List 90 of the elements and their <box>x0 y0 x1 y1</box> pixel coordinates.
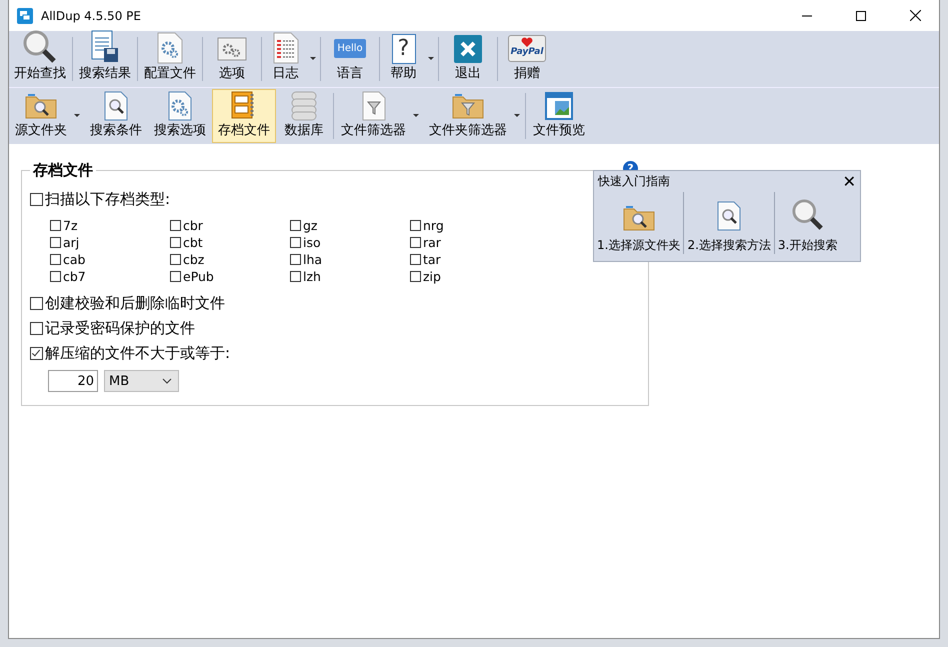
checkbox-label: rar <box>423 235 441 250</box>
toolbar-button[interactable]: Hello 语言 <box>322 33 378 85</box>
paypal-donate-icon: PayPal <box>508 35 546 62</box>
checkbox-label: tar <box>423 252 441 267</box>
toolbar-button[interactable]: PayPal 捐赠 <box>499 33 555 85</box>
checkbox[interactable] <box>30 322 43 335</box>
checkbox[interactable] <box>410 220 421 231</box>
dropdown-arrow-icon[interactable] <box>428 57 434 60</box>
speech-bubble-icon: Hello <box>334 39 366 58</box>
window-title: AllDup 4.5.50 PE <box>41 8 141 22</box>
search-icon <box>792 199 824 231</box>
checkbox[interactable] <box>50 237 61 248</box>
checkbox-label: gz <box>303 218 318 233</box>
group-title: 存档文件 <box>30 161 96 180</box>
checkbox[interactable] <box>30 297 43 310</box>
checkbox[interactable] <box>290 254 301 265</box>
toolbar-tab[interactable]: 搜索条件 <box>84 89 148 143</box>
checkbox-label: 7z <box>63 218 78 233</box>
toolbar-button[interactable]: 选项 <box>204 33 260 85</box>
folder-search-icon <box>622 205 655 231</box>
checkbox[interactable] <box>290 220 301 231</box>
checkbox[interactable] <box>50 220 61 231</box>
toolbar-button[interactable]: 退出 <box>440 33 496 85</box>
close-button[interactable]: ✕ <box>842 174 856 190</box>
checkbox-label: lha <box>303 252 322 267</box>
dropdown-arrow-icon[interactable] <box>310 57 316 60</box>
toolbar-tab[interactable]: 文件夹筛选器 <box>423 89 524 143</box>
checkbox-label: lzh <box>303 269 321 284</box>
toolbar-tab[interactable]: 文件预览 <box>527 89 591 143</box>
checkbox-label: cb7 <box>63 269 86 284</box>
toolbar-tab[interactable]: 存档文件 <box>212 89 276 143</box>
toolbar-tab[interactable]: 文件筛选器 <box>335 89 423 143</box>
settings-icon <box>217 36 247 60</box>
checkbox-label: ePub <box>183 269 214 284</box>
checkbox[interactable] <box>30 193 43 206</box>
checkbox-label: arj <box>63 235 80 250</box>
close-icon[interactable] <box>910 10 921 21</box>
help-document-icon: ? <box>392 34 416 64</box>
search-document-icon <box>717 201 742 231</box>
toolbar-button[interactable]: 配置文件 <box>139 33 201 85</box>
toolbar-button[interactable]: 搜索结果 <box>74 33 136 85</box>
app-logo-icon <box>17 8 33 24</box>
toolbar-tab[interactable]: 搜索选项 <box>148 89 212 143</box>
dropdown-arrow-icon[interactable] <box>514 114 520 117</box>
checkbox[interactable] <box>170 237 181 248</box>
size-input[interactable]: 20 <box>48 370 98 392</box>
checkbox[interactable] <box>410 254 421 265</box>
checkbox[interactable] <box>410 271 421 282</box>
checkbox[interactable] <box>50 254 61 265</box>
preview-window-icon <box>545 92 573 120</box>
checkbox[interactable] <box>290 271 301 282</box>
checkbox-label: iso <box>303 235 321 250</box>
checkbox-label: 创建校验和后删除临时文件 <box>45 294 225 313</box>
exit-icon <box>454 34 482 62</box>
dropdown-arrow-icon[interactable] <box>413 114 419 117</box>
search-document-icon <box>104 90 128 120</box>
toolbar-button[interactable]: 开始查找 <box>9 33 71 85</box>
toolbar-tab[interactable]: 数据库 <box>276 89 332 143</box>
toolbar-button[interactable]: ? 帮助 <box>381 33 437 85</box>
unit-dropdown[interactable]: MB <box>104 370 179 392</box>
checkbox[interactable] <box>170 271 181 282</box>
chevron-down-icon <box>162 378 172 384</box>
maximize-icon[interactable] <box>856 10 866 20</box>
checkbox-label: 记录受密码保护的文件 <box>45 319 195 338</box>
checkbox-label: zip <box>423 269 441 284</box>
checkbox[interactable] <box>50 271 61 282</box>
dropdown-arrow-icon[interactable] <box>74 114 80 117</box>
gear-document-icon <box>168 90 192 120</box>
checkbox-label: 扫描以下存档类型: <box>45 190 170 209</box>
checkbox-label: nrg <box>423 218 444 233</box>
checkbox-label: cbz <box>183 252 204 267</box>
checkbox[interactable] <box>170 220 181 231</box>
database-icon <box>291 90 317 120</box>
guide-title: 快速入门指南 <box>598 173 670 190</box>
guide-step-button[interactable]: 3.开始搜索 <box>774 192 840 254</box>
folder-filter-icon <box>452 92 484 118</box>
checkbox[interactable] <box>170 254 181 265</box>
checkbox-label: 解压缩的文件不大于或等于: <box>45 344 230 363</box>
folder-search-icon <box>25 92 57 118</box>
checkbox[interactable] <box>410 237 421 248</box>
checkbox[interactable] <box>290 237 301 248</box>
filter-document-icon <box>362 90 386 120</box>
checkbox-label: cbr <box>183 218 203 233</box>
toolbar-tab[interactable]: 源文件夹 <box>9 89 84 143</box>
guide-step-button[interactable]: 2.选择搜索方法 <box>684 192 775 254</box>
guide-step-button[interactable]: 1.选择源文件夹 <box>594 192 684 254</box>
checkbox-label: cbt <box>183 235 203 250</box>
checkbox-label: cab <box>63 252 86 267</box>
checkbox[interactable] <box>30 347 43 360</box>
toolbar-button[interactable]: 日志 <box>263 33 319 85</box>
